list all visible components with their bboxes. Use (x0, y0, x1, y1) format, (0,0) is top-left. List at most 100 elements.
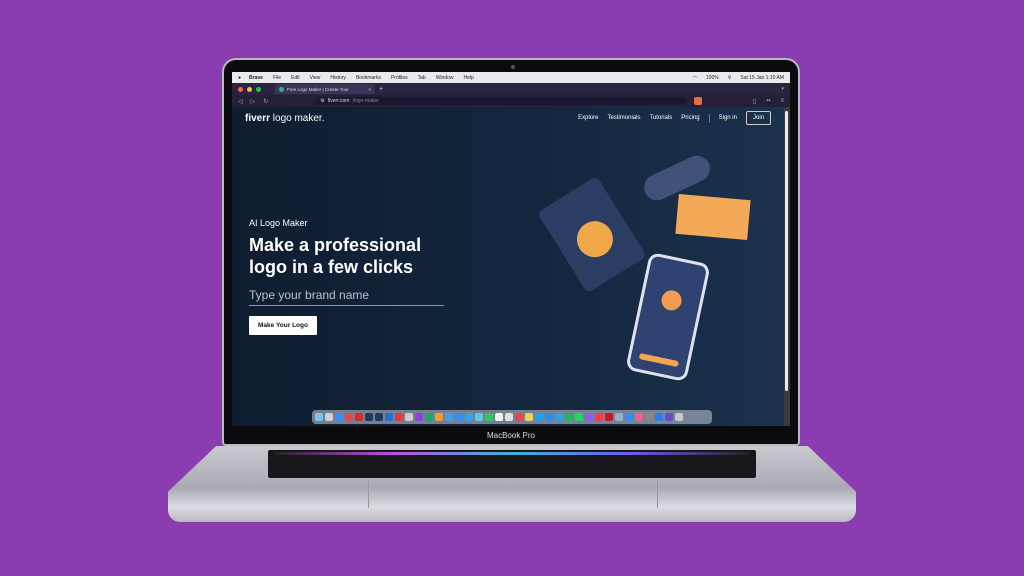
apple-icon[interactable]: ● (238, 75, 241, 81)
site-settings-icon[interactable]: ⚙ (320, 98, 324, 104)
dock-app-icon[interactable] (545, 413, 553, 421)
dock-app-icon[interactable] (315, 413, 323, 421)
dock-app-icon[interactable] (465, 413, 473, 421)
close-window-button[interactable] (238, 86, 243, 92)
screen: ● Brave File Edit View History Bookmarks Profi… (232, 72, 790, 426)
menu-item-window[interactable]: Window (436, 75, 454, 81)
menu-item-profiles[interactable]: Profiles (391, 75, 408, 81)
dock-app-icon[interactable] (555, 413, 563, 421)
nav-explore[interactable]: Explore (578, 115, 598, 121)
web-page: fiverr logo maker. Explore Testimonials … (232, 107, 784, 426)
menu-icon[interactable]: ≡ (780, 98, 784, 105)
forward-icon[interactable]: ▷ (251, 98, 256, 105)
dock-app-icon[interactable] (595, 413, 603, 421)
battery-label[interactable]: 100% (706, 75, 719, 81)
dock-app-icon[interactable] (605, 413, 613, 421)
dock-app-icon[interactable] (365, 413, 373, 421)
dock-app-icon[interactable] (565, 413, 573, 421)
scrollbar-thumb[interactable] (785, 111, 788, 391)
make-your-logo-button[interactable]: Make Your Logo (249, 316, 317, 335)
dock-app-icon[interactable] (345, 413, 353, 421)
dock-app-icon[interactable] (635, 413, 643, 421)
dock-app-icon[interactable] (535, 413, 543, 421)
nav-divider (708, 113, 710, 123)
camera (511, 65, 515, 69)
menu-item-view[interactable]: View (310, 75, 321, 81)
fiverr-favicon-icon (279, 86, 284, 92)
dock-app-icon[interactable] (495, 413, 503, 421)
dock-app-icon[interactable] (385, 413, 393, 421)
hero-eyebrow: AI Logo Maker (249, 218, 308, 228)
gorilla-logo-icon (570, 214, 620, 264)
sign-in-link[interactable]: Sign in (719, 115, 737, 121)
dock-app-icon[interactable] (585, 413, 593, 421)
mac-dock (312, 410, 712, 424)
search-icon[interactable]: ⚲ (728, 75, 732, 81)
join-button[interactable]: Join (745, 111, 771, 125)
wallet-icon[interactable]: ▪▪ (766, 98, 770, 105)
menu-item-file[interactable]: File (273, 75, 281, 81)
dock-app-icon[interactable] (675, 413, 683, 421)
hero: AI Logo Maker Make a professional logo i… (249, 218, 449, 335)
dock-app-icon[interactable] (475, 413, 483, 421)
dock-app-icon[interactable] (665, 413, 673, 421)
menu-item-edit[interactable]: Edit (291, 75, 300, 81)
dock-app-icon[interactable] (445, 413, 453, 421)
brand-name-input[interactable] (249, 288, 444, 306)
dock-app-icon[interactable] (625, 413, 633, 421)
cup-mockup-image (537, 175, 647, 294)
browser-tab[interactable]: Free Logo Maker | Create Your × (275, 84, 375, 94)
dock-app-icon[interactable] (325, 413, 333, 421)
fiverr-logo[interactable]: fiverr logo maker. (245, 113, 325, 124)
site-nav: fiverr logo maker. Explore Testimonials … (232, 107, 784, 129)
laptop-lid: ● Brave File Edit View History Bookmarks Profi… (222, 58, 800, 446)
page-scrollbar[interactable] (784, 107, 790, 426)
dock-app-icon[interactable] (515, 413, 523, 421)
brave-shields-icon[interactable] (694, 97, 703, 105)
touch-bar (274, 452, 750, 455)
close-tab-icon[interactable]: × (368, 87, 371, 92)
phone-button-shape (638, 352, 680, 368)
sidebar-icon[interactable]: ▯ (753, 98, 756, 105)
trackpad (368, 480, 658, 508)
minimize-window-button[interactable] (247, 86, 252, 92)
mac-menu-bar: ● Brave File Edit View History Bookmarks Profi… (232, 72, 790, 83)
device-model-label: MacBook Pro (486, 431, 536, 440)
laptop-base (168, 446, 856, 522)
menu-item-bookmarks[interactable]: Bookmarks (356, 75, 381, 81)
dock-app-icon[interactable] (615, 413, 623, 421)
wifi-icon[interactable]: ◠ (693, 75, 697, 81)
clock[interactable]: Sat 15 Jan 1:10 AM (740, 75, 784, 81)
dock-app-icon[interactable] (525, 413, 533, 421)
dock-app-icon[interactable] (435, 413, 443, 421)
dock-app-icon[interactable] (415, 413, 423, 421)
dock-app-icon[interactable] (335, 413, 343, 421)
dock-app-icon[interactable] (375, 413, 383, 421)
menu-item-brave[interactable]: Brave (249, 75, 263, 81)
dock-app-icon[interactable] (395, 413, 403, 421)
url-field[interactable]: ⚙ fiverr.com/logo-maker (316, 97, 687, 105)
page-title: Make a professional logo in a few clicks (249, 235, 422, 277)
zoom-window-button[interactable] (256, 86, 261, 92)
nav-testimonials[interactable]: Testimonials (607, 115, 640, 121)
menu-item-help[interactable]: Help (464, 75, 474, 81)
dock-app-icon[interactable] (575, 413, 583, 421)
dock-app-icon[interactable] (355, 413, 363, 421)
dock-app-icon[interactable] (485, 413, 493, 421)
back-icon[interactable]: ◁ (238, 98, 243, 105)
dock-app-icon[interactable] (645, 413, 653, 421)
new-tab-button[interactable]: + (379, 86, 383, 93)
dock-app-icon[interactable] (405, 413, 413, 421)
dock-app-icon[interactable] (425, 413, 433, 421)
nav-tutorials[interactable]: Tutorials (649, 115, 672, 121)
nav-pricing[interactable]: Pricing (681, 115, 699, 121)
dock-app-icon[interactable] (505, 413, 513, 421)
menu-item-history[interactable]: History (330, 75, 346, 81)
phone-mockup-image (625, 251, 711, 383)
menu-item-tab[interactable]: Tab (418, 75, 426, 81)
dock-app-icon[interactable] (655, 413, 663, 421)
reload-icon[interactable]: ↻ (263, 98, 268, 105)
gorilla-logo-icon (659, 288, 684, 313)
chevron-down-icon[interactable]: ▾ (781, 86, 784, 92)
dock-app-icon[interactable] (455, 413, 463, 421)
